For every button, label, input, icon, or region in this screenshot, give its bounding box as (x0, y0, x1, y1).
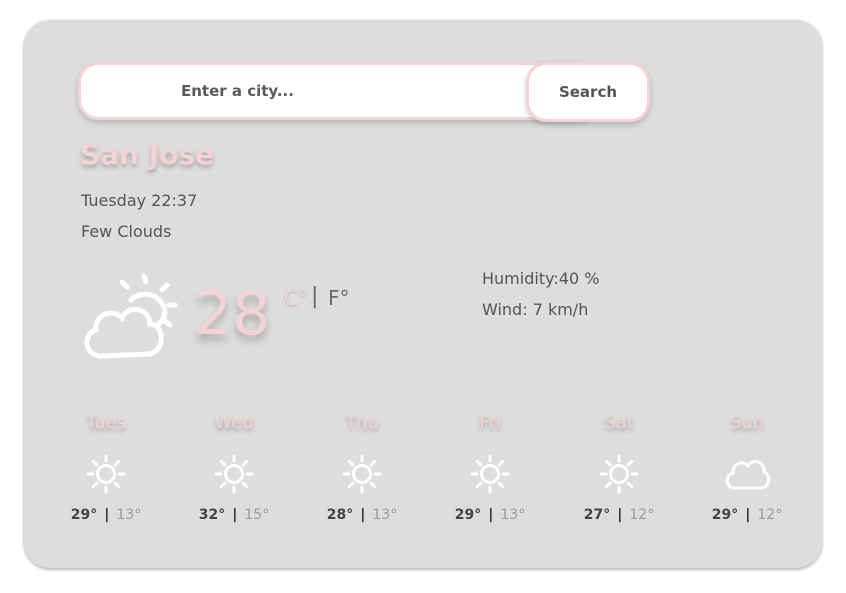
forecast-day-name: Sat (604, 412, 634, 433)
forecast-day-name: Thu (345, 412, 379, 433)
forecast-day: Wed 32° | 15° (179, 410, 289, 524)
forecast-min-temp: 13° (500, 507, 526, 523)
few-clouds-icon (84, 273, 178, 359)
forecast-min-temp: 13° (116, 507, 142, 523)
search-button[interactable]: Search (526, 62, 650, 122)
forecast-max-temp: 29° (454, 507, 482, 523)
forecast-min-temp: 13° (372, 507, 398, 523)
fahrenheit-toggle[interactable]: F° (328, 288, 350, 308)
city-name: San Jose (80, 138, 215, 171)
forecast-temps: 29° | 12° (692, 506, 802, 524)
humidity-value: Humidity:40 % (482, 269, 600, 288)
forecast-day: Sun 29° | 12° (692, 410, 802, 524)
temp-separator: | (745, 507, 751, 523)
wind-value: Wind: 7 km/h (482, 300, 589, 319)
temp-separator: | (232, 507, 238, 523)
forecast-temps: 29° | 13° (435, 506, 545, 524)
forecast-temps: 32° | 15° (179, 506, 289, 524)
forecast-temps: 29° | 13° (51, 506, 161, 524)
temp-separator: | (617, 507, 623, 523)
current-temperature: 28 (194, 279, 271, 349)
forecast-temps: 28° | 13° (307, 506, 417, 524)
forecast-day-name: Sun (729, 412, 765, 433)
sun-icon (470, 454, 510, 494)
sun-icon (86, 454, 126, 494)
sun-icon (214, 454, 254, 494)
cloud-icon (725, 459, 770, 490)
unit-separator: | (311, 284, 319, 309)
forecast-max-temp: 32° (198, 507, 226, 523)
temp-separator: | (360, 507, 366, 523)
weather-description: Few Clouds (81, 222, 172, 241)
temp-separator: | (488, 507, 494, 523)
forecast-max-temp: 28° (326, 507, 354, 523)
forecast-max-temp: 27° (583, 507, 611, 523)
current-datetime: Tuesday 22:37 (81, 191, 198, 210)
sun-icon (342, 454, 382, 494)
temp-separator: | (104, 507, 110, 523)
city-search-input[interactable] (78, 62, 598, 120)
forecast-day-name: Fri (479, 412, 501, 433)
celsius-toggle[interactable]: C° (284, 288, 308, 308)
forecast-min-temp: 12° (629, 507, 655, 523)
forecast-day: Sat 27° | 12° (564, 410, 674, 524)
forecast-day-name: Wed (214, 412, 254, 433)
sun-icon (599, 454, 639, 494)
forecast-max-temp: 29° (70, 507, 98, 523)
forecast-min-temp: 12° (757, 507, 783, 523)
forecast-day: Fri 29° | 13° (435, 410, 545, 524)
forecast-day-name: Tues (85, 412, 127, 433)
forecast-temps: 27° | 12° (564, 506, 674, 524)
forecast-min-temp: 15° (244, 507, 270, 523)
forecast-max-temp: 29° (711, 507, 739, 523)
weather-card: Search San Jose Tuesday 22:37 Few Clouds… (24, 20, 822, 568)
forecast-day: Thu 28° | 13° (307, 410, 417, 524)
forecast-day: Tues 29° | 13° (51, 410, 161, 524)
